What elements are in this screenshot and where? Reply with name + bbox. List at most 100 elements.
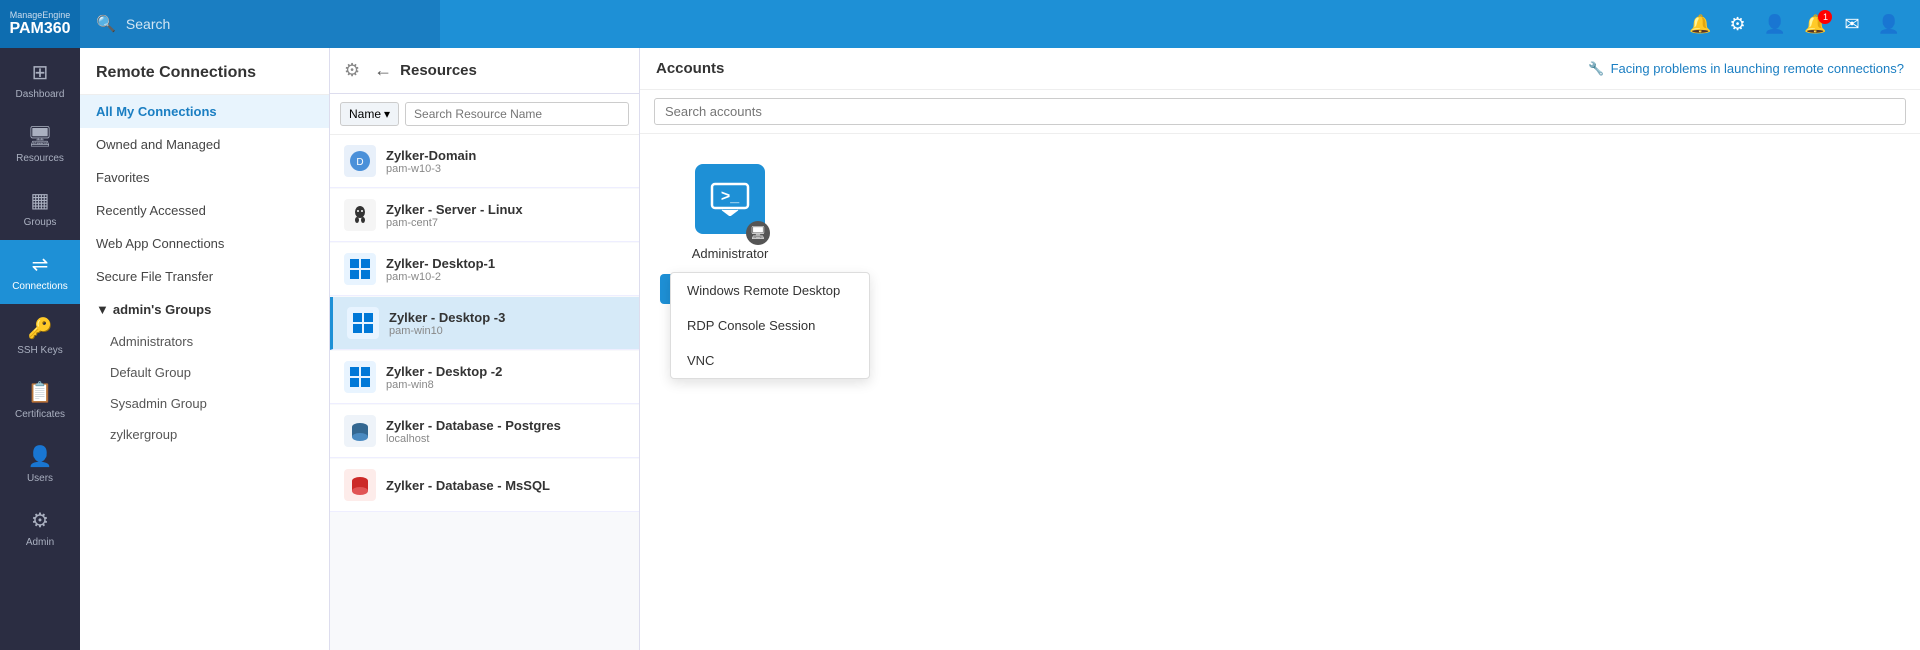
resources-icon: 🖥: [27, 124, 52, 149]
resource-host: pam-w10-2: [386, 271, 495, 283]
notification-badge: 1: [1818, 10, 1832, 24]
monitor-icon: 🖥: [746, 221, 770, 245]
accounts-header-bar: Accounts 🔧 Facing problems in launching …: [640, 48, 1920, 90]
user-profile-icon[interactable]: 👤: [1878, 14, 1900, 35]
back-button[interactable]: ←: [374, 60, 392, 81]
sidebar-item-admin[interactable]: ⚙ Admin: [0, 496, 80, 560]
notification-bell-icon[interactable]: 🔔 1: [1804, 14, 1826, 35]
nav-item-web-app-connections[interactable]: Web App Connections: [80, 227, 329, 260]
resource-search-input[interactable]: [405, 102, 629, 126]
dropdown-item-rdp-console-session[interactable]: RDP Console Session: [671, 308, 869, 343]
groups-icon: ▦: [31, 188, 50, 213]
mssql-icon: [344, 469, 376, 501]
resource-name: Zylker - Database - MsSQL: [386, 478, 550, 493]
sidebar-item-ssh-keys[interactable]: 🔑 SSH Keys: [0, 304, 80, 368]
facing-problems-text: Facing problems in launching remote conn…: [1611, 61, 1904, 76]
sidebar-item-connections[interactable]: ⇌ Connections: [0, 240, 80, 304]
resource-item-zylker-server-linux[interactable]: Zylker - Server - Linux pam-cent7: [330, 189, 639, 242]
sidebar-label-resources: Resources: [16, 153, 64, 164]
resource-item-zylker-desktop-2[interactable]: Zylker - Desktop -2 pam-win8: [330, 351, 639, 404]
sidebar-label-connections: Connections: [12, 281, 68, 292]
accounts-panel: Accounts 🔧 Facing problems in launching …: [640, 48, 1920, 650]
sidebar-label-groups: Groups: [24, 217, 57, 228]
chevron-icon: ▼: [96, 302, 109, 317]
users-icon: 👤: [28, 444, 53, 469]
windows-icon: [344, 253, 376, 285]
sidebar-label-users: Users: [27, 473, 53, 484]
resource-host: pam-win10: [389, 325, 505, 337]
resource-item-zylker-desktop-1[interactable]: Zylker- Desktop-1 pam-w10-2: [330, 243, 639, 296]
nav-panel-header: Remote Connections: [80, 48, 329, 95]
nav-sub-item-administrators[interactable]: Administrators: [80, 326, 329, 357]
sidebar-item-users[interactable]: 👤 Users: [0, 432, 80, 496]
svg-text:D: D: [356, 157, 363, 168]
resource-name: Zylker - Server - Linux: [386, 202, 523, 217]
resources-panel: ⚙ ← Resources Name ▾ D Zylker-Domain pam…: [330, 48, 640, 650]
sidebar-item-resources[interactable]: 🖥 Resources: [0, 112, 80, 176]
nav-item-all-my-connections[interactable]: All My Connections: [80, 95, 329, 128]
windows-icon-2: [344, 361, 376, 393]
nav-sub-item-sysadmin-group[interactable]: Sysadmin Group: [80, 388, 329, 419]
resource-host: pam-win8: [386, 379, 502, 391]
linux-icon: [344, 199, 376, 231]
name-dropdown[interactable]: Name ▾: [340, 102, 399, 126]
resource-info: Zylker-Domain pam-w10-3: [386, 148, 476, 175]
resource-name: Zylker - Desktop -2: [386, 364, 502, 379]
sidebar-label-admin: Admin: [26, 537, 54, 548]
connection-type-dropdown: Windows Remote Desktop RDP Console Sessi…: [670, 272, 870, 379]
config-icon: ⚙: [344, 60, 360, 81]
person-add-icon[interactable]: 👤: [1764, 14, 1786, 35]
nav-sub-item-default-group[interactable]: Default Group: [80, 357, 329, 388]
windows-icon-selected: [347, 307, 379, 339]
accounts-search-area: [640, 90, 1920, 134]
accounts-search-input[interactable]: [654, 98, 1906, 125]
header-icons-area: 🔔 ⚙ 👤 🔔 1 ✉ 👤: [1689, 14, 1920, 35]
nav-item-favorites[interactable]: Favorites: [80, 161, 329, 194]
alert-icon[interactable]: 🔔: [1689, 14, 1711, 35]
sidebar-label-certificates: Certificates: [15, 409, 65, 420]
resource-item-zylker-db-mssql[interactable]: Zylker - Database - MsSQL: [330, 459, 639, 512]
svg-text:>_: >_: [721, 188, 740, 205]
dropdown-item-windows-remote-desktop[interactable]: Windows Remote Desktop: [671, 273, 869, 308]
resource-info: Zylker - Desktop -2 pam-win8: [386, 364, 502, 391]
resources-title: Resources: [400, 62, 477, 79]
icon-sidebar: ⊞ Dashboard 🖥 Resources ▦ Groups ⇌ Conne…: [0, 48, 80, 650]
nav-group-header: ▼ admin's Groups: [80, 293, 329, 326]
resource-name: Zylker - Desktop -3: [389, 310, 505, 325]
resource-name: Zylker- Desktop-1: [386, 256, 495, 271]
resource-host: localhost: [386, 433, 561, 445]
connections-icon: ⇌: [32, 252, 49, 277]
facing-problems-area[interactable]: 🔧 Facing problems in launching remote co…: [1588, 61, 1904, 77]
wrench-icon: 🔧: [1588, 61, 1604, 77]
nav-item-secure-file-transfer[interactable]: Secure File Transfer: [80, 260, 329, 293]
resource-item-zylker-domain[interactable]: D Zylker-Domain pam-w10-3: [330, 135, 639, 188]
sidebar-item-groups[interactable]: ▦ Groups: [0, 176, 80, 240]
dropdown-item-vnc[interactable]: VNC: [671, 343, 869, 378]
resource-info: Zylker - Server - Linux pam-cent7: [386, 202, 523, 229]
nav-item-owned-managed[interactable]: Owned and Managed: [80, 128, 329, 161]
account-name: Administrator: [692, 246, 769, 261]
resource-item-zylker-db-postgres[interactable]: Zylker - Database - Postgres localhost: [330, 405, 639, 458]
dashboard-icon: ⊞: [32, 60, 49, 85]
account-card-area: >_ 🖥 Administrator Connect ⋮ Windows Rem…: [640, 134, 1920, 650]
resource-info: Zylker - Desktop -3 pam-win10: [389, 310, 505, 337]
resource-name: Zylker - Database - Postgres: [386, 418, 561, 433]
mail-icon[interactable]: ✉: [1844, 14, 1859, 35]
sidebar-item-dashboard[interactable]: ⊞ Dashboard: [0, 48, 80, 112]
ssh-keys-icon: 🔑: [28, 316, 53, 341]
logo-area: ManageEngine PAM360: [0, 0, 80, 48]
resource-info: Zylker - Database - Postgres localhost: [386, 418, 561, 445]
resource-item-zylker-desktop-3[interactable]: Zylker - Desktop -3 pam-win10: [330, 297, 639, 350]
link-icon[interactable]: ⚙: [1730, 14, 1746, 35]
top-header: ManageEngine PAM360 🔍 🔔 ⚙ 👤 🔔 1 ✉ 👤: [0, 0, 1920, 48]
certificates-icon: 📋: [28, 380, 53, 405]
resource-host: pam-w10-3: [386, 163, 476, 175]
sidebar-item-certificates[interactable]: 📋 Certificates: [0, 368, 80, 432]
nav-item-recently-accessed[interactable]: Recently Accessed: [80, 194, 329, 227]
nav-sub-item-zylkergroup[interactable]: zylkergroup: [80, 419, 329, 450]
global-search-input[interactable]: [126, 16, 424, 32]
main-layout: ⊞ Dashboard 🖥 Resources ▦ Groups ⇌ Conne…: [0, 48, 1920, 650]
resources-header: ⚙ ← Resources: [330, 48, 639, 94]
resource-info: Zylker - Database - MsSQL: [386, 478, 550, 493]
chevron-down-icon: ▾: [384, 107, 390, 121]
